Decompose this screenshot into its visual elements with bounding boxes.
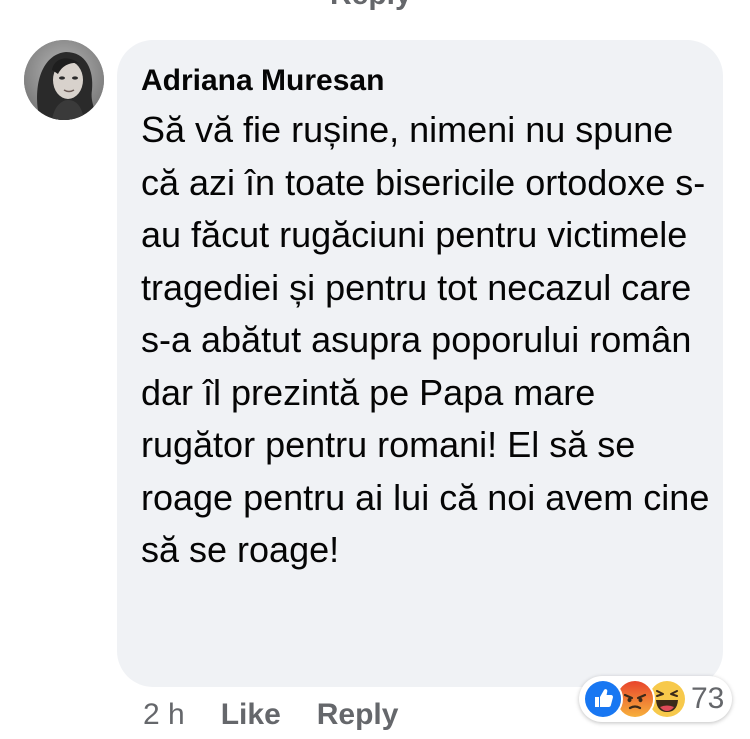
avatar-photo-icon: [24, 40, 104, 120]
comment-timestamp[interactable]: 2 h: [143, 698, 185, 732]
comment-text: Să vă fie rușine, nimeni nu spune că azi…: [141, 109, 710, 570]
comment-screen: Reply Adriana Muresan Să vă fie rușine, …: [0, 0, 750, 739]
previous-reply-link[interactable]: Reply: [330, 0, 412, 12]
comment-actions: 2 h Like Reply: [143, 694, 398, 736]
like-button[interactable]: Like: [221, 698, 281, 732]
reply-button[interactable]: Reply: [317, 698, 399, 732]
like-icon: [583, 679, 623, 719]
avatar[interactable]: [24, 40, 104, 120]
comment-bubble: Adriana Muresan Să vă fie rușine, nimeni…: [117, 40, 723, 687]
reaction-count: 73: [691, 682, 725, 715]
reactions-summary[interactable]: 73: [579, 676, 733, 722]
comment-author-name[interactable]: Adriana Muresan: [141, 62, 701, 100]
